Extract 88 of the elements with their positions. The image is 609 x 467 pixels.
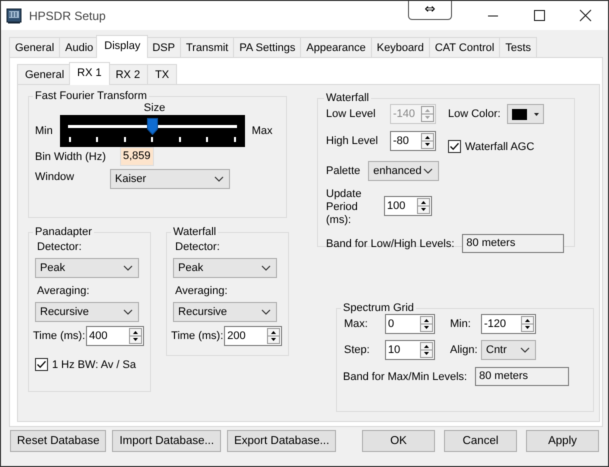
- low-color-label: Low Color:: [448, 108, 501, 120]
- dropdown[interactable]: Recursive: [173, 302, 278, 322]
- tab[interactable]: General: [9, 37, 60, 57]
- tab[interactable]: TX: [147, 64, 178, 84]
- tick-mark-icon: [151, 137, 154, 142]
- button[interactable]: Export Database...: [227, 430, 336, 452]
- group-title: Waterfall: [325, 92, 370, 104]
- band-label: Band for Max/Min Levels:: [343, 370, 468, 382]
- chevron-icon: [261, 309, 272, 315]
- spinner-arrows[interactable]: [421, 132, 434, 148]
- group-title: Waterfall: [172, 226, 218, 238]
- spinner-arrows[interactable]: [417, 198, 430, 214]
- spinner-arrows[interactable]: [420, 342, 433, 358]
- chevron-icon: [423, 168, 434, 174]
- number-field[interactable]: 100: [384, 196, 432, 216]
- palette-label: Palette: [326, 165, 360, 177]
- slider-label: Size: [144, 102, 166, 114]
- slider-thumb[interactable]: [147, 118, 158, 135]
- tick-mark-icon: [68, 137, 71, 142]
- tab[interactable]: RX 2: [108, 64, 148, 84]
- slider[interactable]: [60, 115, 245, 147]
- tick-mark-icon: [234, 137, 236, 142]
- band-field: 80 meters: [462, 234, 564, 253]
- snap-button[interactable]: ⇔: [408, 1, 452, 20]
- band-label: Band for Low/High Levels:: [326, 238, 454, 250]
- chevron-icon: [261, 265, 272, 271]
- checkbox[interactable]: [448, 140, 461, 153]
- number-field[interactable]: -120: [481, 314, 536, 334]
- button[interactable]: OK: [362, 430, 435, 452]
- tick-mark-icon: [124, 137, 126, 142]
- chevron-icon: [123, 309, 133, 315]
- spinner-arrows[interactable]: [420, 316, 433, 332]
- tab[interactable]: RX 1: [69, 62, 110, 85]
- dropdown[interactable]: Peak: [173, 258, 278, 278]
- button[interactable]: Reset Database: [10, 430, 106, 452]
- window-label: Window: [35, 171, 76, 183]
- checkbox[interactable]: [35, 358, 48, 371]
- update-period-label: Update Period (ms):: [326, 188, 362, 227]
- spinner-arrows[interactable]: [267, 328, 280, 344]
- step-label: Step:: [344, 344, 371, 356]
- spinner-arrows[interactable]: [129, 328, 142, 344]
- group-title: Panadapter: [34, 226, 93, 238]
- min-label: Min: [35, 125, 53, 137]
- dropdown[interactable]: Cntr: [481, 340, 536, 360]
- low-level-label: Low Level: [326, 108, 377, 120]
- number-field[interactable]: -80: [390, 130, 436, 150]
- dropdown[interactable]: enhanced: [368, 161, 440, 181]
- bin-width-field: 5,859: [120, 147, 154, 166]
- time-label: Time (ms):: [33, 330, 86, 342]
- chevron-icon: [214, 176, 224, 182]
- app-icon: [6, 8, 22, 24]
- number-field[interactable]: 0: [385, 314, 435, 334]
- detector-label: Detector:: [37, 241, 82, 253]
- dropdown[interactable]: Kaiser: [110, 169, 230, 189]
- band-field: 80 meters: [475, 367, 570, 386]
- dropdown[interactable]: Peak: [35, 258, 139, 278]
- caret-icon: [534, 112, 539, 116]
- max-label: Max:: [344, 318, 369, 330]
- min-label: Min:: [450, 318, 472, 330]
- averaging-label: Averaging:: [175, 285, 228, 297]
- checkbox-label: Waterfall AGC: [465, 140, 534, 152]
- chevron-icon: [520, 347, 530, 353]
- button[interactable]: Apply: [526, 430, 599, 452]
- bin-width-label: Bin Width (Hz): [35, 150, 107, 162]
- high-level-label: High Level: [326, 134, 379, 146]
- checkbox-label: 1 Hz BW: Av / Sa: [52, 358, 136, 370]
- spinner-arrows[interactable]: [521, 316, 534, 332]
- number-field[interactable]: 400: [86, 326, 144, 346]
- tick-mark-icon: [178, 137, 181, 142]
- group-title: Spectrum Grid: [342, 302, 415, 314]
- align-label: Align:: [450, 344, 479, 356]
- tab[interactable]: Tests: [499, 37, 538, 57]
- tab[interactable]: Display: [96, 35, 148, 58]
- tick-mark-icon: [206, 137, 208, 142]
- chevron-icon: [123, 265, 133, 271]
- number-field[interactable]: 200: [224, 326, 282, 346]
- button[interactable]: Import Database...: [112, 430, 222, 452]
- group-title: Fast Fourier Transform: [34, 90, 148, 102]
- dropdown[interactable]: Recursive: [35, 302, 139, 322]
- detector-label: Detector:: [175, 241, 220, 253]
- tick-mark-icon: [96, 137, 98, 142]
- number-field[interactable]: 10: [385, 340, 435, 360]
- averaging-label: Averaging:: [37, 285, 90, 297]
- time-label: Time (ms):: [171, 330, 224, 342]
- button[interactable]: Cancel: [444, 430, 517, 452]
- color-picker[interactable]: [506, 104, 544, 124]
- window-title: HPSDR Setup: [29, 8, 106, 22]
- max-label: Max: [252, 125, 273, 137]
